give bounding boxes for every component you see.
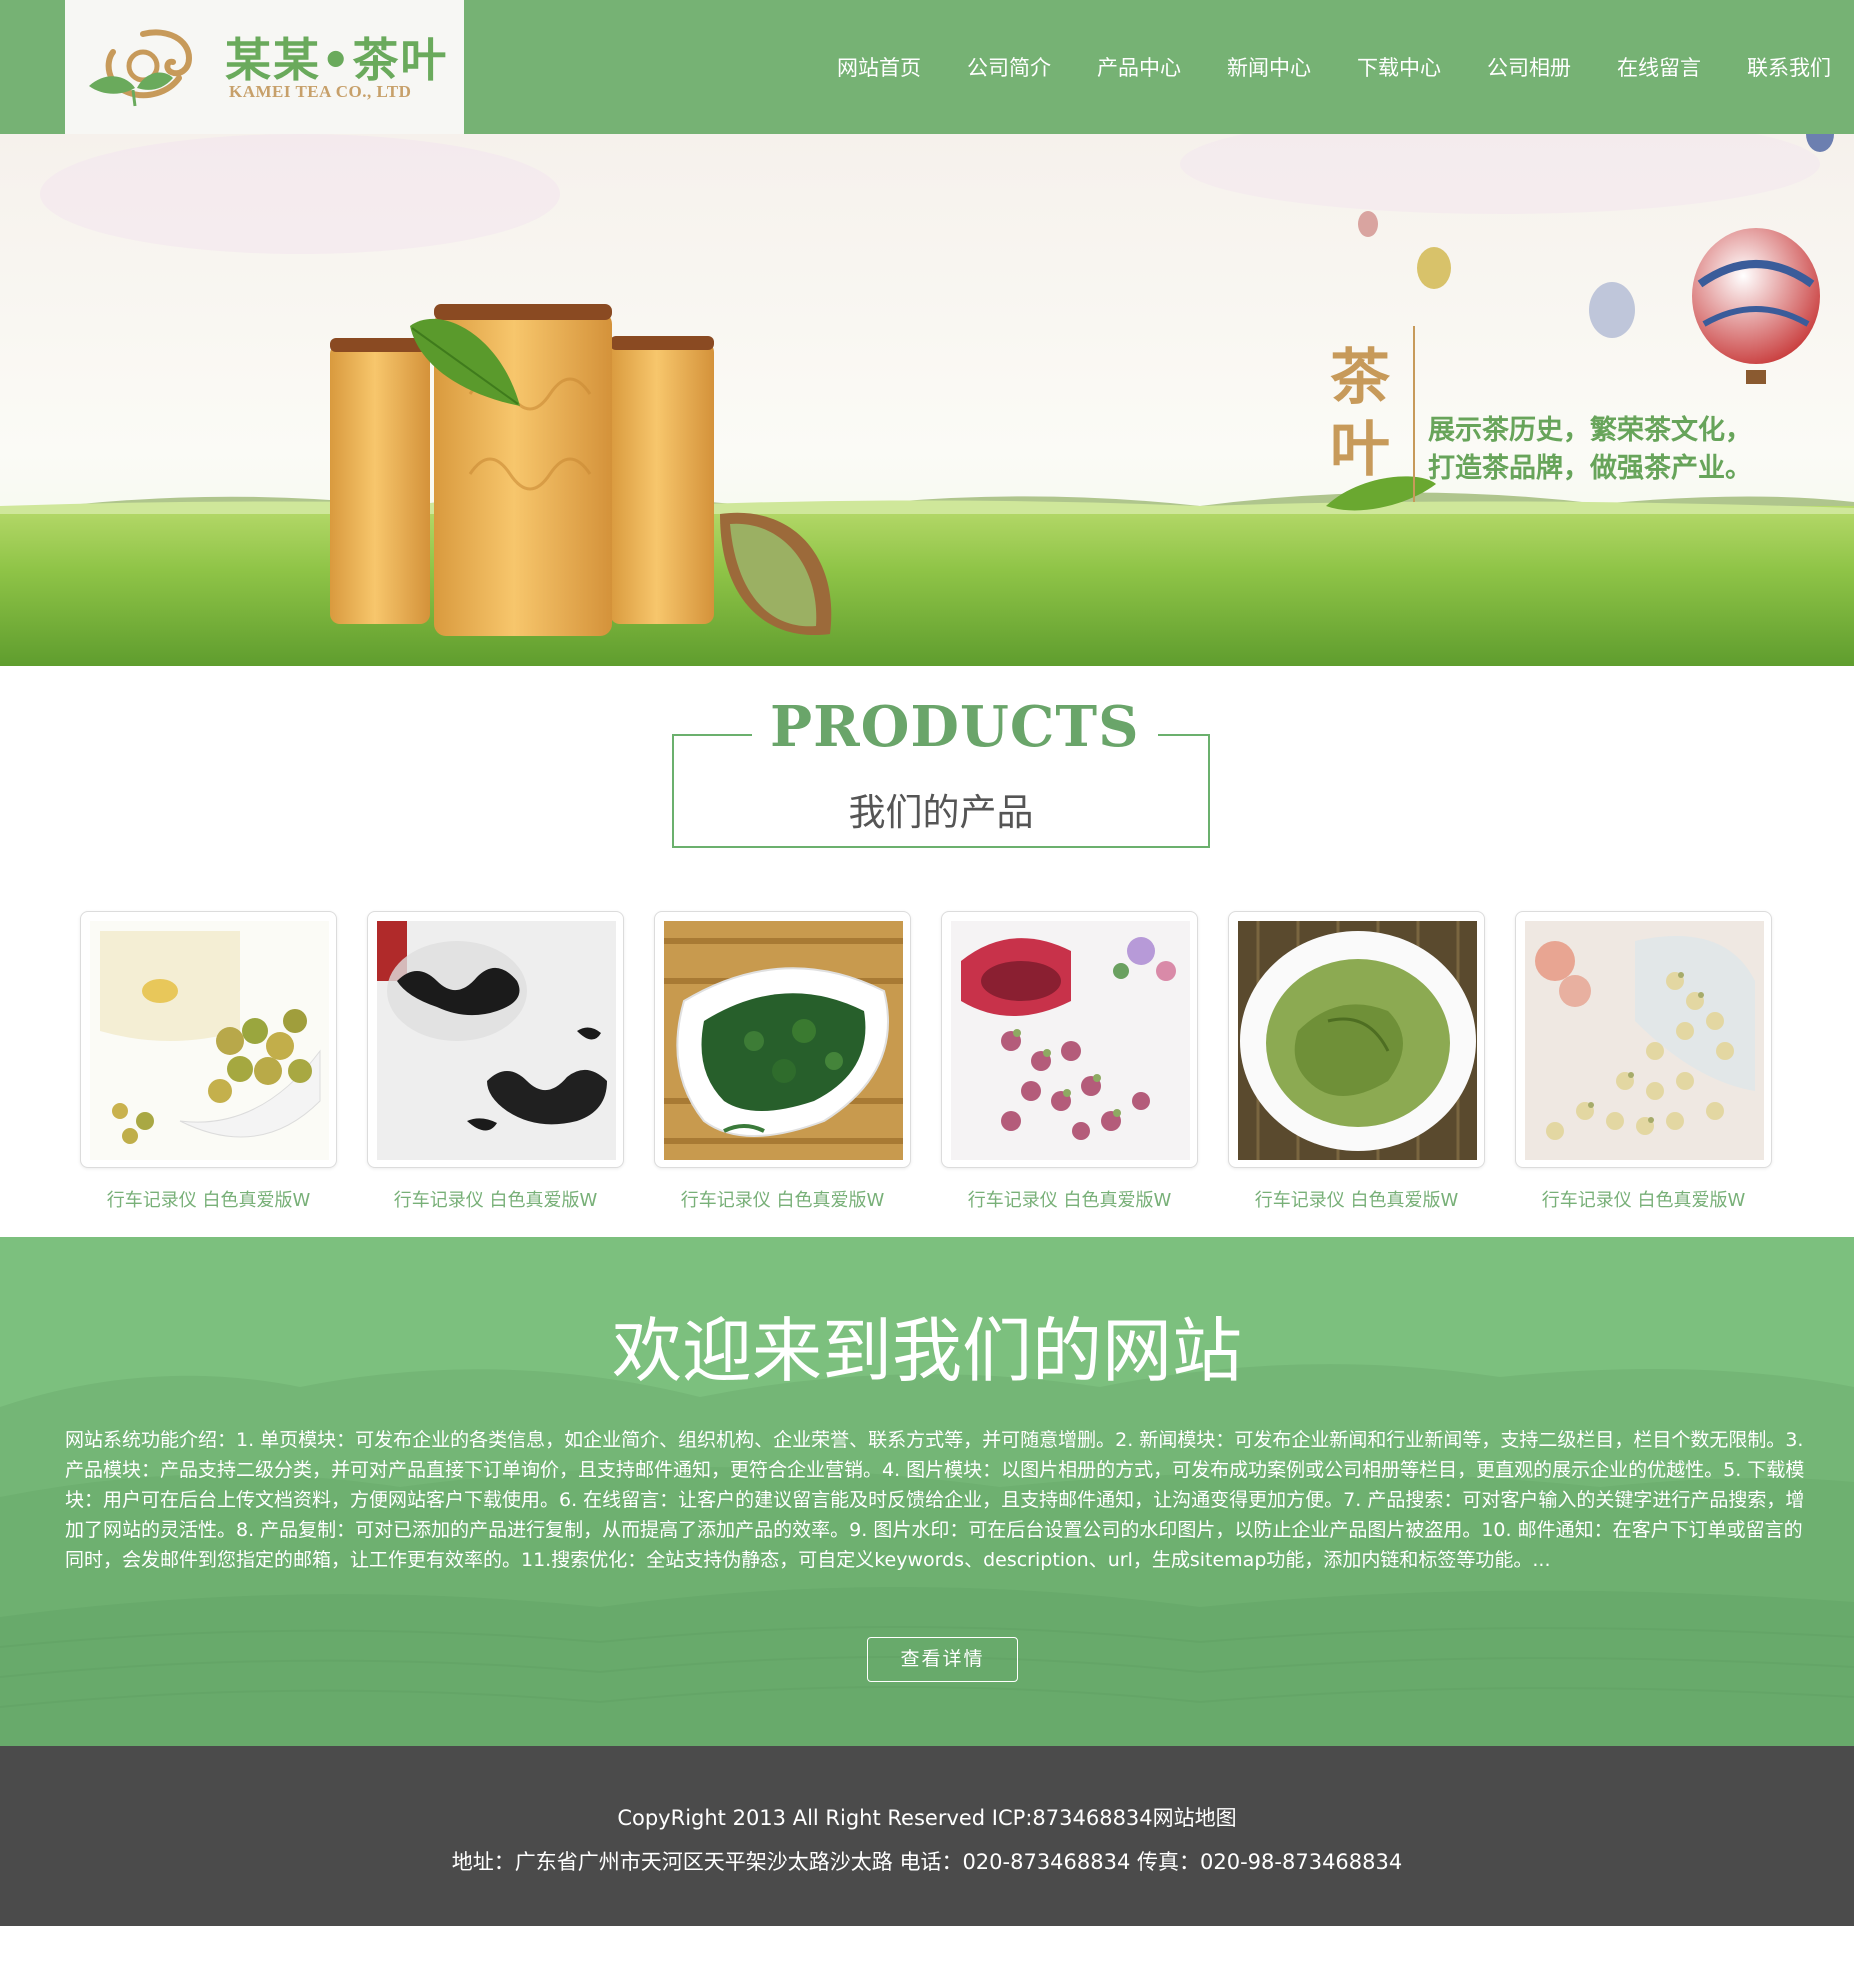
product-image-frame[interactable]: [1228, 911, 1485, 1168]
tea-leaf-cloud-emblem-icon: [89, 29, 193, 107]
welcome-description: 网站系统功能介绍：1. 单页模块：可发布企业的各类信息，如企业简介、组织机构、企…: [65, 1429, 1805, 1571]
banner-divider: [1413, 326, 1415, 502]
products-heading: PRODUCTS 我们的产品: [672, 694, 1210, 848]
jasmine-bud-tea-image: [1525, 921, 1764, 1160]
products-heading-cn: 我们的产品: [848, 791, 1034, 834]
logo[interactable]: 某某•茶叶 KAMEI TEA CO., LTD: [65, 0, 464, 134]
nav-message[interactable]: 在线留言: [1594, 52, 1724, 82]
banner-slogan-line-2: 打造茶品牌，做强茶产业。: [1428, 453, 1752, 484]
product-caption[interactable]: 行车记录仪 白色真爱版W: [367, 1186, 624, 1212]
site-footer: CopyRight 2013 All Right Reserved ICP:87…: [0, 1746, 1854, 1926]
product-image-frame[interactable]: [1515, 911, 1772, 1168]
logo-subtitle: KAMEI TEA CO., LTD: [229, 82, 412, 101]
banner-char-tea: 茶: [1330, 343, 1390, 413]
chrysanthemum-tea-image: [90, 921, 329, 1160]
site-header: 某某•茶叶 KAMEI TEA CO., LTD 网站首页 公司简介 产品中心 …: [0, 0, 1854, 134]
product-caption[interactable]: 行车记录仪 白色真爱版W: [80, 1186, 337, 1212]
product-caption[interactable]: 行车记录仪 白色真爱版W: [941, 1186, 1198, 1212]
main-nav: 网站首页 公司简介 产品中心 新闻中心 下载中心 公司相册 在线留言 联系我们: [814, 0, 1854, 134]
black-tea-leaves-image: [377, 921, 616, 1160]
banner-char-leaf: 叶: [1330, 415, 1390, 485]
product-image-frame[interactable]: [941, 911, 1198, 1168]
brewed-green-tea-bowl-image: [1238, 921, 1477, 1160]
footer-copyright[interactable]: CopyRight 2013 All Right Reserved ICP:87…: [0, 1802, 1854, 1832]
green-tea-spoon-image: [664, 921, 903, 1160]
product-image-frame[interactable]: [80, 911, 337, 1168]
product-card[interactable]: 行车记录仪 白色真爱版W: [941, 911, 1198, 1213]
product-card[interactable]: 行车记录仪 白色真爱版W: [80, 911, 337, 1213]
nav-contact[interactable]: 联系我们: [1724, 52, 1854, 82]
banner-slogan-line-1: 展示茶历史，繁荣茶文化，: [1428, 415, 1752, 446]
products-heading-en: PRODUCTS: [752, 694, 1158, 760]
nav-about[interactable]: 公司简介: [944, 52, 1074, 82]
product-caption[interactable]: 行车记录仪 白色真爱版W: [654, 1186, 911, 1212]
rose-bud-tea-image: [951, 921, 1190, 1160]
product-card[interactable]: 行车记录仪 白色真爱版W: [654, 911, 911, 1213]
welcome-title: 欢迎来到我们的网站: [612, 1310, 1242, 1392]
product-card[interactable]: 行车记录仪 白色真爱版W: [367, 911, 624, 1213]
product-card[interactable]: 行车记录仪 白色真爱版W: [1515, 911, 1772, 1213]
product-image-frame[interactable]: [654, 911, 911, 1168]
product-card[interactable]: 行车记录仪 白色真爱版W: [1228, 911, 1485, 1213]
welcome-section: 欢迎来到我们的网站 网站系统功能介绍：1. 单页模块：可发布企业的各类信息，如企…: [0, 1237, 1854, 1746]
product-caption[interactable]: 行车记录仪 白色真爱版W: [1515, 1186, 1772, 1212]
view-details-button[interactable]: 查看详情: [867, 1637, 1018, 1682]
product-image-frame[interactable]: [367, 911, 624, 1168]
hero-banner: 茶 叶 展示茶历史，繁荣茶文化， 打造茶品牌，做强茶产业。: [0, 134, 1854, 666]
logo-name: 某某•茶叶: [225, 33, 449, 87]
product-caption[interactable]: 行车记录仪 白色真爱版W: [1228, 1186, 1485, 1212]
nav-news[interactable]: 新闻中心: [1204, 52, 1334, 82]
nav-home[interactable]: 网站首页: [814, 52, 944, 82]
nav-products[interactable]: 产品中心: [1074, 52, 1204, 82]
nav-album[interactable]: 公司相册: [1464, 52, 1594, 82]
banner-scene-image: [0, 134, 1854, 666]
nav-downloads[interactable]: 下载中心: [1334, 52, 1464, 82]
footer-contact: 地址：广东省广州市天河区天平架沙太路沙太路 电话：020-873468834 传…: [451, 1850, 1403, 1874]
